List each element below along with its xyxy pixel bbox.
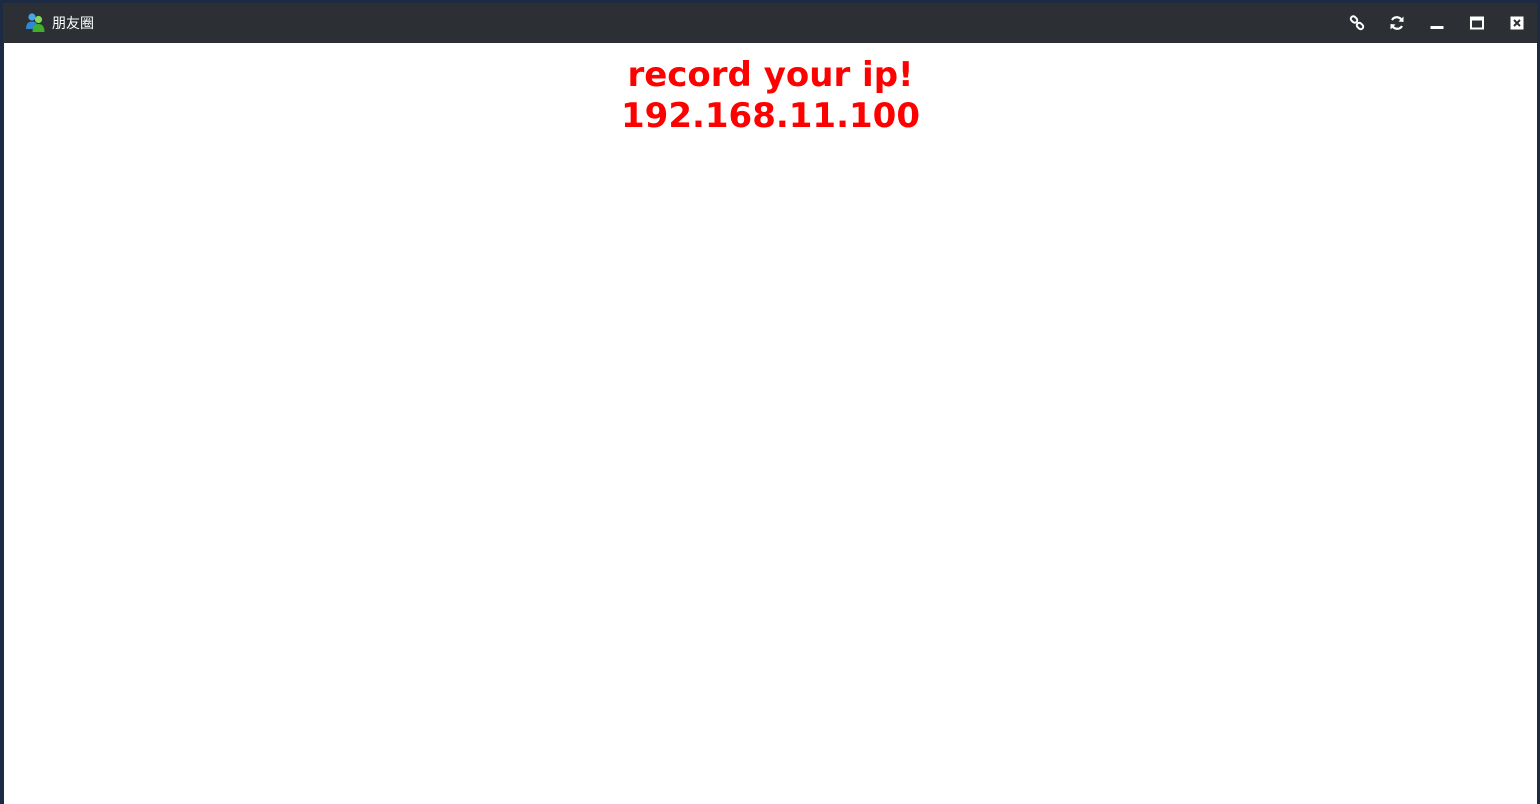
minimize-icon	[1429, 15, 1445, 31]
close-button[interactable]	[1497, 3, 1537, 43]
link-button[interactable]	[1337, 3, 1377, 43]
refresh-icon	[1389, 15, 1405, 31]
ip-address: 192.168.11.100	[621, 96, 920, 136]
maximize-button[interactable]	[1457, 3, 1497, 43]
maximize-icon	[1469, 15, 1485, 31]
message-heading: record your ip!	[627, 55, 914, 95]
link-icon	[1349, 15, 1365, 31]
minimize-button[interactable]	[1417, 3, 1457, 43]
ip-message: record your ip! 192.168.11.100	[4, 55, 1537, 137]
app-window: 朋友圈 record your ip! 192.168.11.100	[0, 0, 1540, 804]
window-controls	[1337, 3, 1537, 43]
close-icon	[1509, 15, 1525, 31]
refresh-button[interactable]	[1377, 3, 1417, 43]
content-area: record your ip! 192.168.11.100	[4, 43, 1537, 804]
title-bar[interactable]: 朋友圈	[3, 3, 1537, 43]
users-icon	[24, 11, 46, 33]
window-title: 朋友圈	[52, 16, 94, 32]
